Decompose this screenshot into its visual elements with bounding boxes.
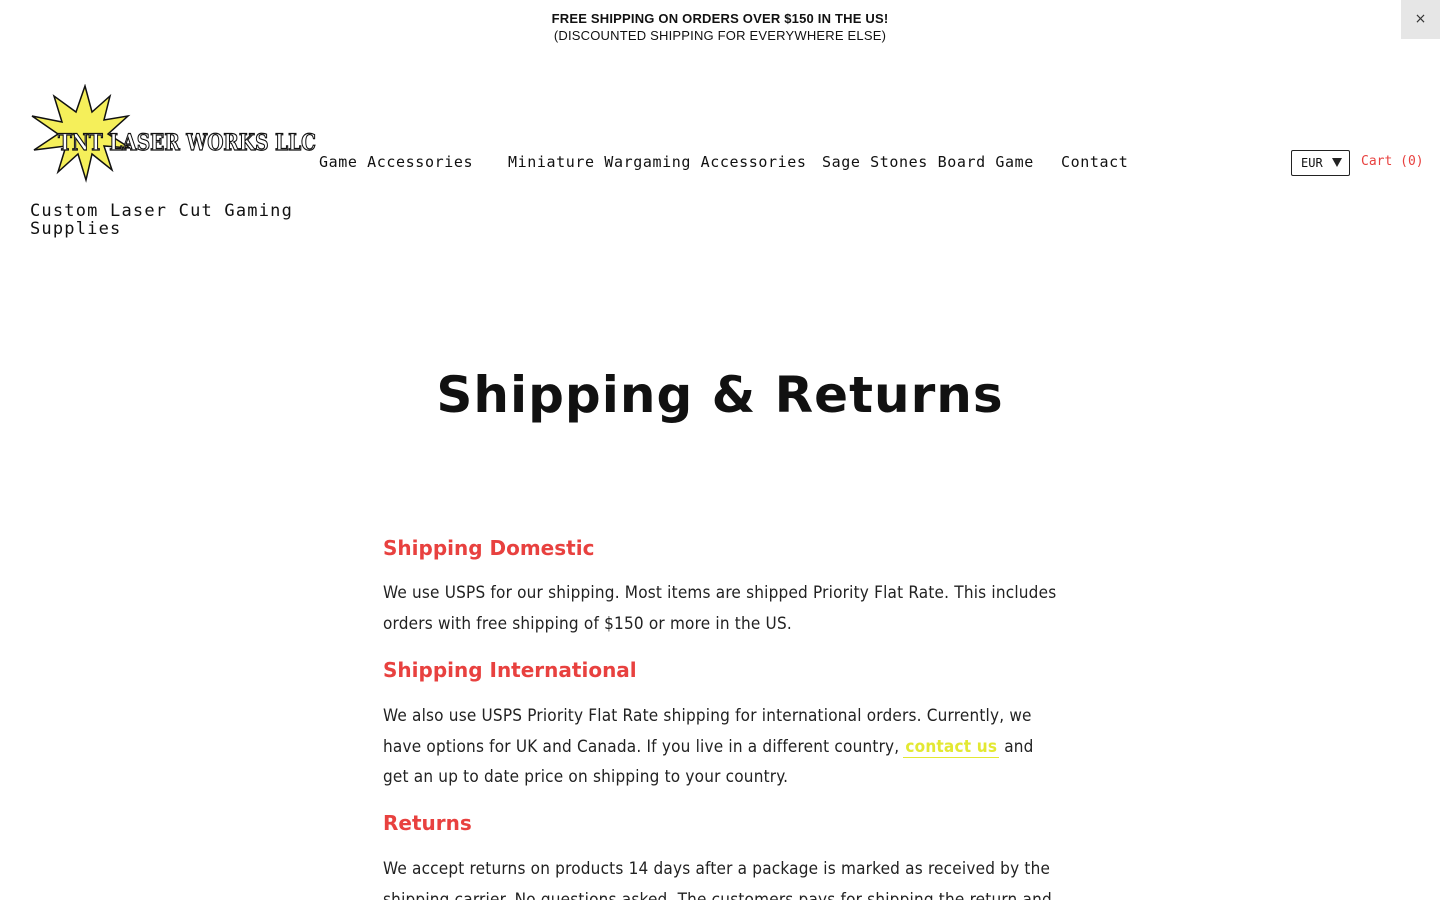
section-heading-shipping-international: Shipping International — [383, 658, 637, 682]
close-announcement-button[interactable]: × — [1401, 0, 1440, 39]
nav-item-contact[interactable]: Contact — [1061, 153, 1128, 171]
section-heading-returns: Returns — [383, 811, 472, 835]
section-text-shipping-domestic: We use USPS for our shipping. Most items… — [383, 583, 1057, 634]
currency-select[interactable]: EUR — [1291, 150, 1350, 176]
nav-item-game-accessories[interactable]: Game Accessories — [319, 153, 473, 171]
section-heading-shipping-domestic: Shipping Domestic — [383, 536, 595, 560]
logo: TNT LASER WORKS LLC — [31, 83, 317, 183]
announcement-line-1: FREE SHIPPING ON ORDERS OVER $150 IN THE… — [551, 11, 889, 26]
caret-down-icon — [1332, 158, 1342, 167]
contact-us-link[interactable]: contact us — [903, 736, 1000, 758]
section-text-returns: We accept returns on products 14 days af… — [383, 859, 1052, 900]
nav-item-sage-stones-board-game[interactable]: Sage Stones Board Game — [822, 153, 1034, 171]
logo-text: TNT LASER WORKS LLC — [58, 130, 316, 156]
logo-link[interactable]: TNT LASER WORKS LLC — [30, 83, 320, 184]
tagline: Custom Laser Cut Gaming Supplies — [30, 201, 294, 239]
announcement-line-2: (DISCOUNTED SHIPPING FOR EVERYWHERE ELSE… — [553, 28, 887, 43]
section-text-shipping-international: We also use USPS Priority Flat Rate ship… — [383, 701, 1063, 793]
cart-link[interactable]: Cart (0) — [1361, 154, 1424, 169]
currency-value: EUR — [1301, 156, 1323, 170]
page-title: Shipping & Returns — [436, 366, 1004, 424]
nav-item-miniature-wargaming-accessories[interactable]: Miniature Wargaming Accessories — [508, 153, 807, 171]
announcement-bar: FREE SHIPPING ON ORDERS OVER $150 IN THE… — [0, 0, 1440, 50]
